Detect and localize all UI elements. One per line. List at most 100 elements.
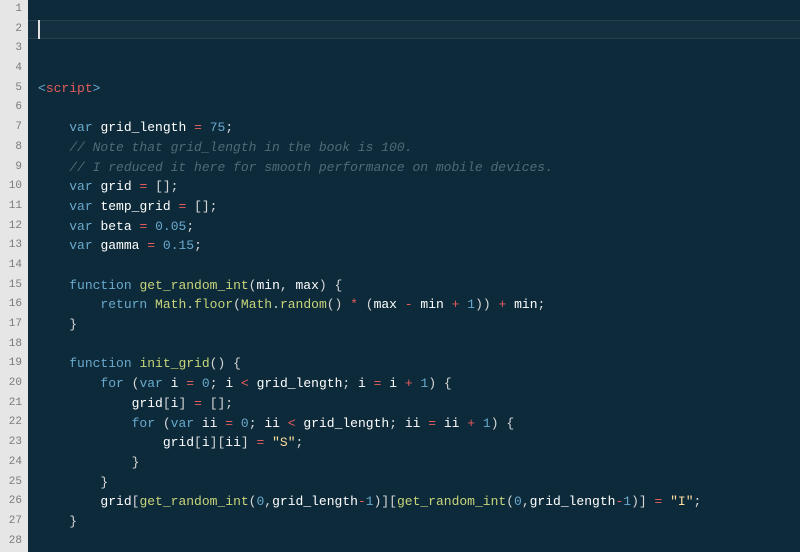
token: Math xyxy=(155,297,186,312)
code-line[interactable]: var beta = 0.05; xyxy=(38,217,800,237)
code-line[interactable]: <script> xyxy=(38,79,800,99)
token: 0.05 xyxy=(155,219,186,234)
code-area[interactable]: <script> var grid_length = 75; // Note t… xyxy=(28,0,800,552)
token: 1 xyxy=(483,416,491,431)
token: min xyxy=(514,297,537,312)
token xyxy=(38,356,69,371)
token: ; xyxy=(186,219,194,234)
token: = xyxy=(225,416,233,431)
token: + xyxy=(467,416,475,431)
token: i xyxy=(389,376,397,391)
token: min xyxy=(256,278,279,293)
code-line[interactable] xyxy=(38,532,800,552)
token xyxy=(444,297,452,312)
token: max xyxy=(296,278,319,293)
token xyxy=(413,376,421,391)
code-line[interactable]: var temp_grid = []; xyxy=(38,197,800,217)
line-number: 19 xyxy=(0,354,22,374)
code-line[interactable]: var gamma = 0.15; xyxy=(38,236,800,256)
line-number: 15 xyxy=(0,276,22,296)
token xyxy=(38,278,69,293)
token: ; xyxy=(225,120,233,135)
token: // Note that grid_length in the book is … xyxy=(69,140,412,155)
token xyxy=(233,416,241,431)
token: , xyxy=(280,278,296,293)
line-number: 20 xyxy=(0,374,22,394)
token: ; xyxy=(389,416,405,431)
token xyxy=(233,376,241,391)
code-line[interactable]: function init_grid() { xyxy=(38,354,800,374)
line-number: 4 xyxy=(0,59,22,79)
token: []; xyxy=(202,396,233,411)
token: , xyxy=(264,494,272,509)
code-line[interactable]: } xyxy=(38,473,800,493)
token xyxy=(264,435,272,450)
token: temp_grid xyxy=(100,199,170,214)
code-line[interactable]: for (var i = 0; i < grid_length; i = i +… xyxy=(38,374,800,394)
token xyxy=(38,219,69,234)
token: ] xyxy=(241,435,257,450)
token xyxy=(38,396,132,411)
token: get_random_int xyxy=(139,494,248,509)
code-line[interactable]: var grid_length = 75; xyxy=(38,118,800,138)
token xyxy=(38,160,69,175)
code-line[interactable]: // Note that grid_length in the book is … xyxy=(38,138,800,158)
token: i xyxy=(358,376,366,391)
token: grid_length xyxy=(530,494,616,509)
token: grid_length xyxy=(272,494,358,509)
active-line-highlight xyxy=(28,20,800,40)
token: [ xyxy=(194,435,202,450)
token xyxy=(436,416,444,431)
code-line[interactable]: } xyxy=(38,512,800,532)
token: ) { xyxy=(428,376,451,391)
code-line[interactable]: } xyxy=(38,315,800,335)
token: > xyxy=(93,81,101,96)
token xyxy=(147,297,155,312)
token xyxy=(194,376,202,391)
code-line[interactable]: function get_random_int(min, max) { xyxy=(38,276,800,296)
code-line[interactable]: // I reduced it here for smooth performa… xyxy=(38,158,800,178)
code-line[interactable]: grid[get_random_int(0,grid_length-1)][ge… xyxy=(38,492,800,512)
token: grid_length xyxy=(303,416,389,431)
code-line[interactable]: grid[i][ii] = "S"; xyxy=(38,433,800,453)
token: var xyxy=(171,416,194,431)
token: random xyxy=(280,297,327,312)
line-number: 22 xyxy=(0,413,22,433)
line-number: 17 xyxy=(0,315,22,335)
token xyxy=(38,297,100,312)
token: grid xyxy=(132,396,163,411)
token: ( xyxy=(155,416,171,431)
line-number: 13 xyxy=(0,236,22,256)
token: i xyxy=(202,435,210,450)
token xyxy=(366,376,374,391)
line-number: 2 xyxy=(0,20,22,40)
token: ; xyxy=(249,416,265,431)
line-number: 11 xyxy=(0,197,22,217)
code-line[interactable]: return Math.floor(Math.random() * (max -… xyxy=(38,295,800,315)
code-line[interactable]: for (var ii = 0; ii < grid_length; ii = … xyxy=(38,414,800,434)
token: - xyxy=(358,494,366,509)
token: var xyxy=(69,238,92,253)
token: 1 xyxy=(467,297,475,312)
code-line[interactable]: } xyxy=(38,453,800,473)
line-number: 10 xyxy=(0,177,22,197)
token: ii xyxy=(444,416,460,431)
token: ] xyxy=(178,396,194,411)
token: var xyxy=(69,199,92,214)
code-line[interactable]: grid[i] = []; xyxy=(38,394,800,414)
token: = xyxy=(147,238,155,253)
code-line[interactable] xyxy=(38,335,800,355)
code-line[interactable]: var grid = []; xyxy=(38,177,800,197)
token: . xyxy=(186,297,194,312)
token xyxy=(506,297,514,312)
token: grid_length xyxy=(257,376,343,391)
token xyxy=(163,376,171,391)
code-line[interactable] xyxy=(38,256,800,276)
token: init_grid xyxy=(139,356,209,371)
code-line[interactable] xyxy=(38,99,800,119)
token: } xyxy=(38,455,139,470)
token: = xyxy=(194,120,202,135)
code-editor[interactable]: 1234567891011121314151617181920212223242… xyxy=(0,0,800,552)
token: } xyxy=(38,475,108,490)
token: max xyxy=(374,297,397,312)
